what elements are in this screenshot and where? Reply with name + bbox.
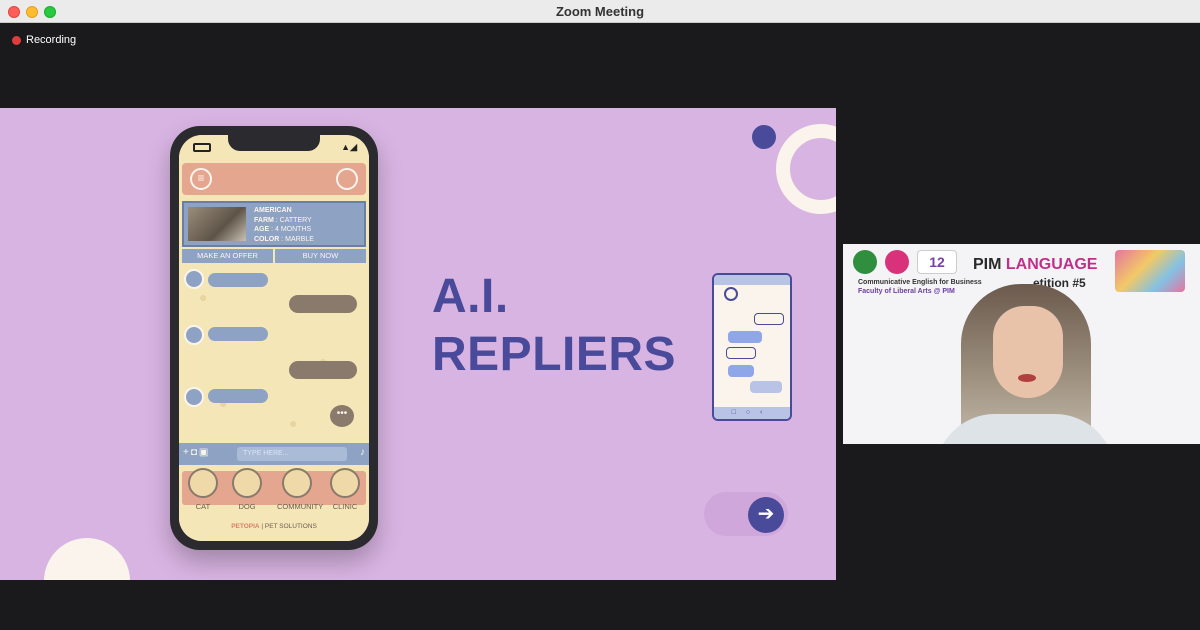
- pet-color-label: COLOR: [254, 235, 280, 243]
- signal-icon: ▲◢: [341, 142, 357, 152]
- phone-bottom-nav: CAT DOG COMMUNITY CLINIC PETOPIA | PET S…: [179, 465, 369, 541]
- window-titlebar: Zoom Meeting: [0, 0, 1200, 23]
- brand-name: PETOPIA: [231, 523, 260, 530]
- speaker-lips: [1018, 374, 1036, 382]
- nav-item-clinic: CLINIC: [325, 468, 365, 511]
- incoming-message: [208, 327, 268, 341]
- dog-icon: [232, 468, 262, 498]
- next-arrow-icon[interactable]: ➔: [748, 497, 784, 533]
- nav-item-dog: DOG: [227, 468, 267, 511]
- message-input: TYPE HERE...: [237, 447, 347, 461]
- mini-status-bar: [714, 275, 790, 285]
- clinic-icon: [330, 468, 360, 498]
- bot-avatar: [184, 387, 204, 407]
- banner-collage: [1115, 250, 1185, 292]
- mini-bubble: [728, 365, 754, 377]
- outgoing-message: [289, 295, 357, 313]
- message-input-bar: +◘▣ TYPE HERE... ♪: [179, 443, 369, 465]
- pet-breed: AMERICAN: [254, 207, 292, 214]
- bot-avatar: [184, 325, 204, 345]
- mini-bubble: [728, 331, 762, 343]
- pet-color-value: : MARBLE: [281, 235, 314, 243]
- nav-item-cat: CAT: [183, 468, 223, 511]
- headline-line-2: REPLIERS: [432, 328, 677, 381]
- mini-bubble: [726, 347, 756, 359]
- sponsor-logos: 12: [853, 250, 957, 274]
- mic-icon: ♪: [360, 447, 365, 458]
- banner-title: PIM LANGUAGE: [973, 256, 1097, 274]
- mini-bubble: [750, 381, 782, 393]
- menu-icon: ≡: [190, 168, 212, 190]
- app-brand: PETOPIA | PET SOLUTIONS: [179, 523, 369, 530]
- mini-avatar: [724, 287, 738, 301]
- incoming-message: [208, 273, 268, 287]
- recording-label: Recording: [26, 34, 77, 46]
- banner-title-pim: PIM: [973, 256, 1006, 273]
- phone-notch: [228, 135, 320, 151]
- incoming-message: [208, 389, 268, 403]
- nav-label: CAT: [195, 502, 211, 511]
- battery-icon: [193, 143, 211, 152]
- phone-mockup: ▲◢ ≡ AMERICAN FARM : CATTERY AGE : 4 MON…: [170, 126, 378, 550]
- meeting-stage: Recording ▲◢ ≡ AMERICAN FARM: CATTERY A…: [0, 23, 1200, 630]
- pet-farm-value: : CATTERY: [275, 216, 312, 224]
- pet-card: AMERICAN FARM : CATTERY AGE : 4 MONTHS C…: [182, 201, 366, 247]
- pet-actions: MAKE AN OFFER BUY NOW: [182, 249, 366, 263]
- bot-avatar: [184, 269, 204, 289]
- faculty-name: Faculty of Liberal Arts @ PIM: [858, 288, 955, 295]
- paw-print-icon: ●: [289, 415, 298, 431]
- mascot-logo: [885, 250, 909, 274]
- app-header: ≡: [182, 163, 366, 195]
- community-icon: [282, 468, 312, 498]
- nav-item-community: COMMUNITY: [277, 468, 324, 511]
- mini-bubble: [754, 313, 784, 325]
- camera-icon: +◘▣: [183, 447, 211, 458]
- chat-phone-illustration: □○‹: [712, 273, 792, 421]
- recording-indicator[interactable]: Recording: [12, 34, 76, 46]
- outgoing-message: [289, 361, 357, 379]
- program-name: Communicative English for Business: [858, 279, 982, 286]
- shared-slide: ▲◢ ≡ AMERICAN FARM : CATTERY AGE : 4 MON…: [0, 108, 836, 580]
- mini-nav-bar: □○‹: [714, 407, 790, 419]
- phone-screen: ▲◢ ≡ AMERICAN FARM : CATTERY AGE : 4 MON…: [179, 135, 369, 541]
- paw-print-icon: ●: [199, 289, 208, 305]
- make-offer-button: MAKE AN OFFER: [182, 249, 273, 263]
- decorative-dot: [752, 125, 776, 149]
- decorative-circle: [44, 538, 130, 580]
- anniversary-logo: 12: [917, 250, 957, 274]
- speaker-face: [993, 306, 1063, 398]
- pet-info: AMERICAN FARM : CATTERY AGE : 4 MONTHS C…: [254, 206, 314, 244]
- nav-label: DOG: [238, 502, 256, 511]
- headline-line-1: A.I.: [432, 270, 509, 323]
- buy-now-button: BUY NOW: [275, 249, 366, 263]
- recording-dot-icon: [12, 35, 21, 45]
- pim-logo: [853, 250, 877, 274]
- nav-label: COMMUNITY: [277, 502, 324, 511]
- window-title: Zoom Meeting: [555, 4, 645, 19]
- pet-age-label: AGE: [254, 226, 270, 233]
- brand-tagline: | PET SOLUTIONS: [261, 523, 317, 530]
- pet-age-value: : 4 MONTHS: [271, 226, 312, 233]
- banner-title-language: LANGUAGE: [1005, 256, 1098, 273]
- profile-icon: [336, 168, 358, 190]
- nav-label: CLINIC: [332, 502, 358, 511]
- participant-video[interactable]: 12 Communicative English for Business Fa…: [843, 244, 1200, 444]
- typing-indicator: •••: [330, 405, 354, 427]
- decorative-ring: [776, 124, 836, 214]
- program-text: Communicative English for Business Facul…: [858, 278, 982, 296]
- slide-headline: A.I. REPLIERS: [432, 268, 676, 384]
- pet-farm-label: FARM: [254, 216, 274, 224]
- cat-photo: [188, 207, 246, 241]
- background-swoosh: [1088, 318, 1200, 444]
- cat-icon: [188, 468, 218, 498]
